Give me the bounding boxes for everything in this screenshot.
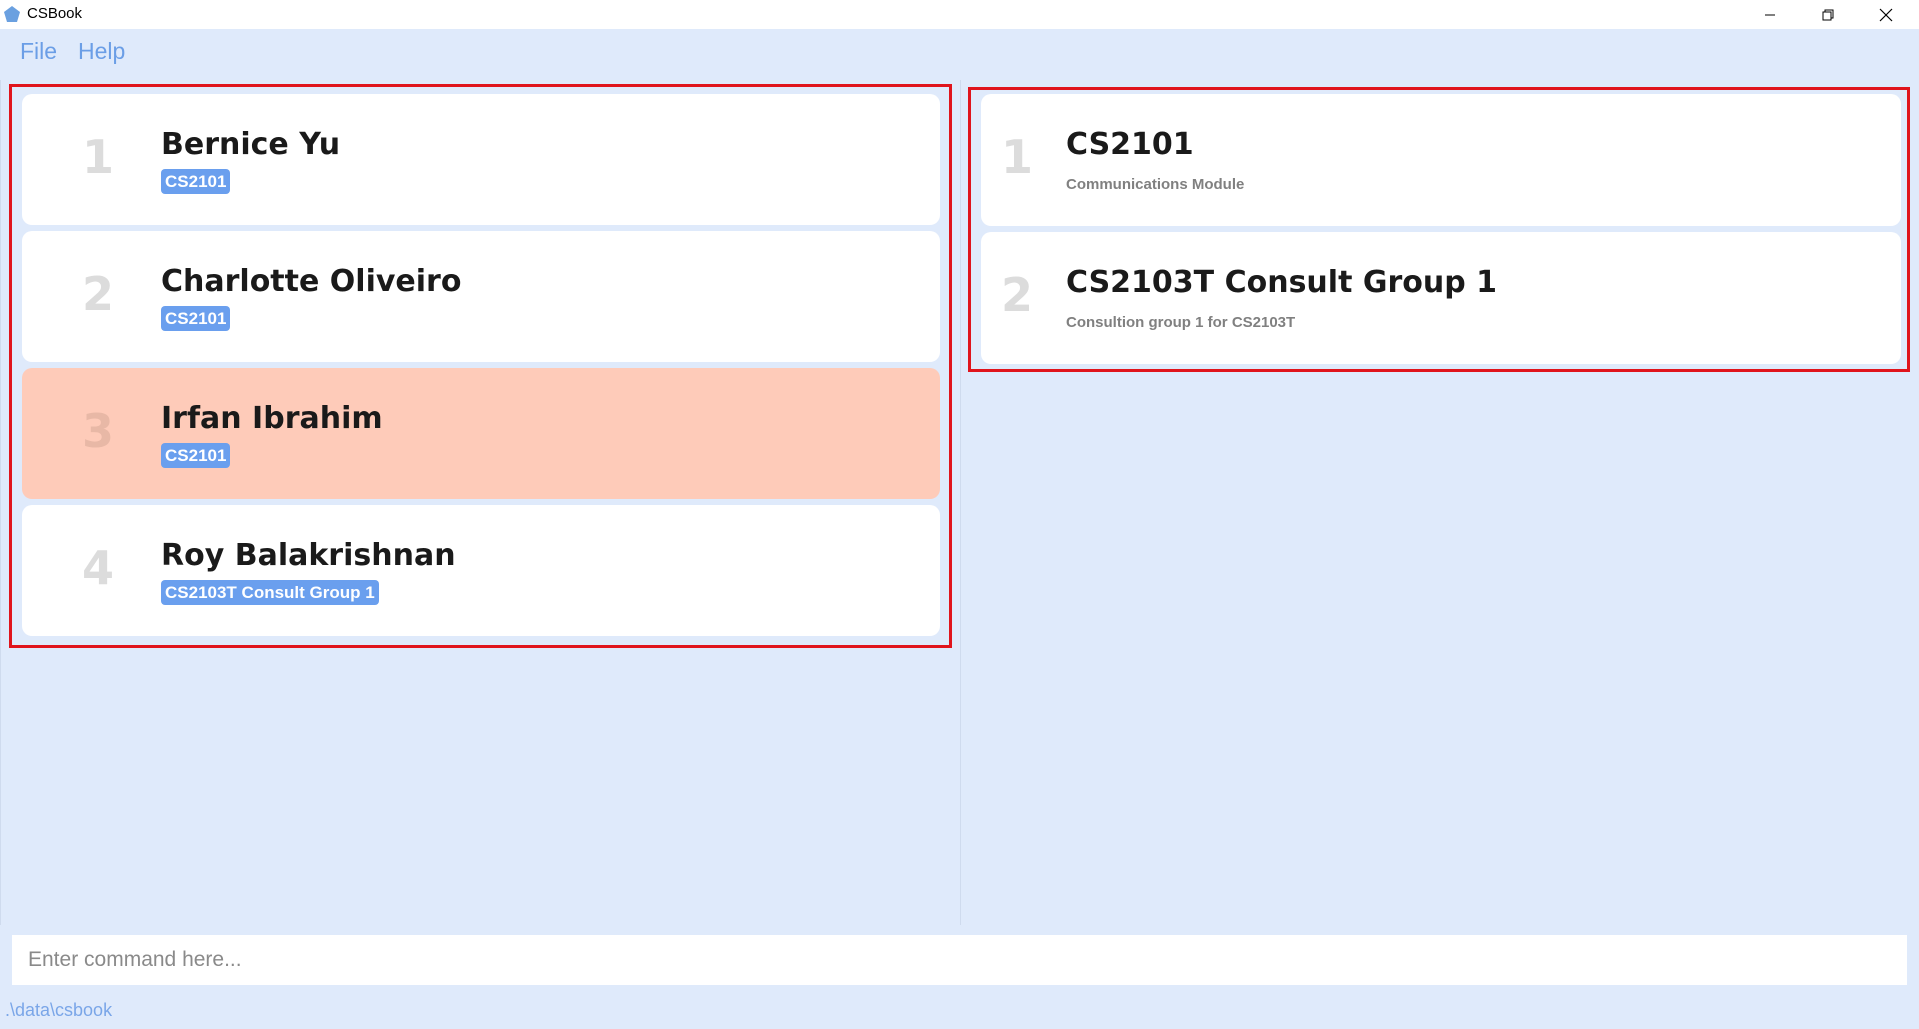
pane-divider[interactable] <box>960 80 961 925</box>
window-title: CSBook <box>27 5 83 22</box>
menu-file[interactable]: File <box>20 38 57 64</box>
status-bar-file-path: .\data\csbook <box>5 1000 113 1020</box>
restore-button[interactable] <box>1799 0 1857 29</box>
close-icon <box>1879 8 1893 21</box>
title-bar: CSBook <box>0 0 1919 29</box>
left-pane-edge <box>0 80 1 925</box>
minimize-icon <box>1765 14 1775 15</box>
minimize-button[interactable] <box>1741 0 1799 29</box>
menu-help[interactable]: Help <box>78 38 125 64</box>
pentagon-app-icon <box>4 6 20 22</box>
restore-icon <box>1822 9 1834 20</box>
close-button[interactable] <box>1857 0 1915 29</box>
highlight-outline-student-list <box>9 84 952 648</box>
menu-bar: File Help <box>0 29 1919 73</box>
command-input[interactable] <box>12 935 1907 985</box>
highlight-outline-group-list <box>968 87 1910 372</box>
